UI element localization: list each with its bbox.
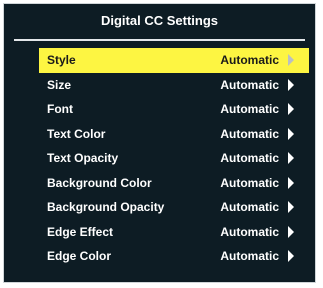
chevron-right-icon[interactable] — [287, 225, 295, 238]
menu-item-size[interactable]: Size Automatic — [39, 73, 309, 98]
settings-menu: Style Automatic Size Automatic Font Auto… — [39, 48, 309, 269]
menu-item-value: Automatic — [220, 53, 279, 67]
menu-item-value: Automatic — [220, 151, 279, 165]
menu-item-value: Automatic — [220, 200, 279, 214]
menu-item-label: Font — [47, 102, 73, 116]
chevron-right-icon[interactable] — [287, 78, 295, 91]
menu-item-label: Style — [47, 53, 76, 67]
menu-item-label: Background Color — [47, 175, 152, 190]
chevron-right-icon[interactable] — [287, 54, 295, 66]
menu-item-text-opacity[interactable]: Text Opacity Automatic — [39, 146, 309, 171]
menu-item-edge-color[interactable]: Edge Color Automatic — [39, 244, 309, 269]
chevron-right-icon[interactable] — [287, 127, 295, 140]
menu-item-value: Automatic — [220, 224, 279, 239]
chevron-right-icon[interactable] — [287, 201, 295, 213]
panel-title: Digital CC Settings — [100, 13, 218, 28]
chevron-right-icon[interactable] — [287, 176, 295, 189]
chevron-right-icon[interactable] — [287, 103, 295, 115]
menu-item-label: Edge Effect — [47, 224, 114, 239]
menu-item-value: Automatic — [220, 249, 279, 263]
menu-item-label: Edge Color — [47, 249, 112, 263]
menu-item-font[interactable]: Font Automatic — [39, 97, 309, 122]
menu-item-style[interactable]: Style Automatic — [39, 48, 309, 73]
menu-item-edge-effect[interactable]: Edge Effect Automatic — [39, 220, 309, 245]
cc-settings-panel: Digital CC Settings Style Automatic Size… — [3, 3, 316, 283]
menu-item-value: Automatic — [220, 102, 279, 116]
menu-item-value: Automatic — [220, 126, 279, 141]
menu-item-label: Text Opacity — [47, 151, 119, 165]
chevron-right-icon[interactable] — [287, 152, 295, 164]
menu-item-label: Text Color — [47, 126, 106, 141]
chevron-right-icon[interactable] — [287, 250, 295, 262]
menu-item-background-color[interactable]: Background Color Automatic — [39, 171, 309, 196]
menu-item-text-color[interactable]: Text Color Automatic — [39, 122, 309, 147]
title-divider — [14, 39, 305, 41]
menu-item-background-opacity[interactable]: Background Opacity Automatic — [39, 195, 309, 220]
menu-item-label: Size — [47, 77, 72, 92]
menu-item-value: Automatic — [220, 77, 279, 92]
menu-item-label: Background Opacity — [47, 200, 165, 214]
menu-item-value: Automatic — [220, 175, 279, 190]
